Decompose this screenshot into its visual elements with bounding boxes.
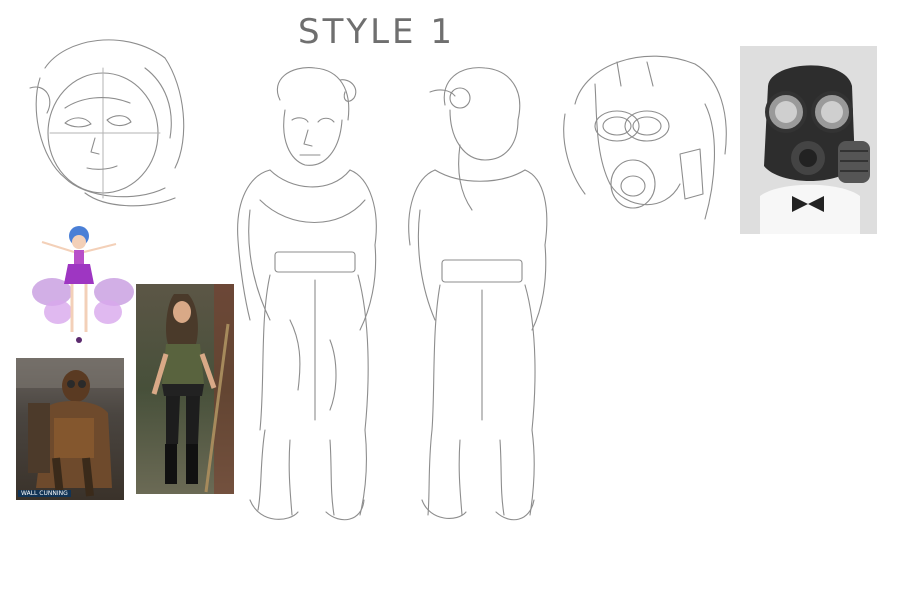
character-sketch-front xyxy=(237,67,377,521)
fairy-doll-reference xyxy=(32,226,134,343)
costume-girl-photo xyxy=(136,284,234,494)
character-sketch-back xyxy=(408,67,548,521)
head-sketch-front xyxy=(29,39,185,207)
gas-mask-photo xyxy=(740,46,877,234)
sheet-title: STYLE 1 xyxy=(298,12,455,52)
photo-caption: WALL CUNNING xyxy=(18,490,71,497)
wasteland-armor-photo: WALL CUNNING xyxy=(16,358,124,500)
gas-mask-head-sketch xyxy=(563,55,727,220)
